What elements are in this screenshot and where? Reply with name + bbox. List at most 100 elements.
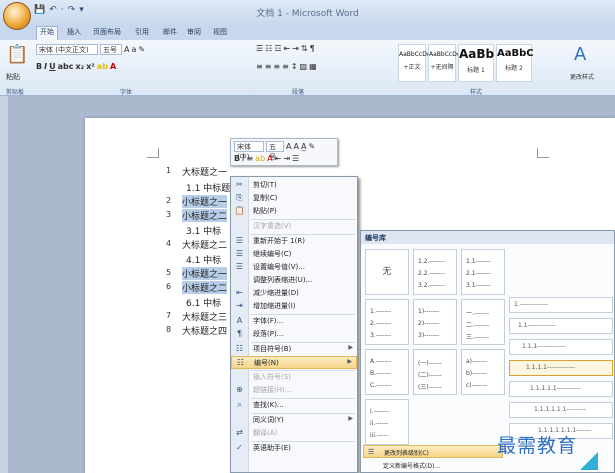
font-color-icon[interactable]: A bbox=[267, 154, 272, 163]
highlight-icon[interactable]: ab bbox=[97, 62, 108, 71]
paste-icon[interactable]: 📋 bbox=[6, 44, 28, 65]
context-menu-item[interactable]: ⊕ 超链接(H)... bbox=[231, 384, 357, 397]
highlight-icon[interactable]: ab bbox=[255, 154, 265, 163]
format-painter-icon[interactable]: ✎ bbox=[308, 142, 315, 151]
context-menu-item[interactable]: ⎘ 复制(C) bbox=[231, 192, 357, 205]
context-menu-item[interactable]: ⌕ 查找(K)... bbox=[231, 399, 357, 412]
numbering-format-option[interactable]: a)------- b)------- c)------- bbox=[461, 349, 505, 395]
context-menu-item[interactable]: 调整列表缩进(U)... bbox=[231, 274, 357, 287]
subscript-icon[interactable]: x₂ bbox=[75, 62, 84, 71]
decrease-indent-icon[interactable]: ⇤ bbox=[284, 44, 291, 53]
list-item[interactable]: 大标题之三 bbox=[182, 310, 227, 323]
customize-qat-icon[interactable]: ▾ bbox=[79, 5, 84, 15]
context-menu-item[interactable]: 📋 粘贴(P) bbox=[231, 205, 357, 218]
borders-icon[interactable]: ▦ bbox=[309, 62, 317, 71]
context-menu-item[interactable]: A 字体(F)... bbox=[231, 315, 357, 328]
font-size-box[interactable]: 五号 bbox=[100, 44, 122, 55]
context-menu-item[interactable]: ⇥ 增加缩进量(I) bbox=[231, 300, 357, 313]
list-item[interactable]: 小标题之二 bbox=[182, 209, 228, 222]
italic-icon[interactable]: I bbox=[242, 154, 244, 163]
define-number-format-item[interactable]: 定义新编号格式(D)... bbox=[363, 459, 503, 472]
strikethrough-icon[interactable]: abc bbox=[58, 62, 74, 71]
numbering-none-option[interactable]: 无 bbox=[365, 249, 409, 295]
context-menu-item[interactable]: ✓ 英语助手(E) bbox=[231, 442, 357, 455]
align-left-icon[interactable]: ≡ bbox=[256, 62, 263, 71]
increase-indent-icon[interactable]: ⇥ bbox=[283, 154, 290, 163]
list-item[interactable]: 大标题之二 bbox=[182, 238, 227, 251]
context-menu-item[interactable]: ☷ 编号(N) ▶ bbox=[231, 356, 357, 369]
numbering-format-option[interactable]: 1.1------- 2.1------- 3.1------- bbox=[461, 249, 505, 295]
context-menu-item[interactable]: 插入符号(S) bbox=[231, 371, 357, 384]
tab-insert[interactable]: 插入 bbox=[64, 27, 84, 37]
context-menu-item[interactable]: ⇄ 翻译(A) bbox=[231, 427, 357, 440]
context-menu-item[interactable]: ☰ 重新开始于 1(R) bbox=[231, 235, 357, 248]
paste-label[interactable]: 粘贴 bbox=[6, 72, 20, 82]
list-level-option[interactable]: 1.------------- bbox=[509, 297, 613, 313]
list-item[interactable]: 大标题之一 bbox=[182, 165, 227, 178]
context-menu-item[interactable]: ☷ 项目符号(B) ▶ bbox=[231, 343, 357, 356]
font-color-icon[interactable]: A bbox=[110, 62, 116, 71]
underline-icon[interactable]: U bbox=[49, 62, 56, 71]
tab-page-layout[interactable]: 页面布局 bbox=[90, 27, 124, 37]
font-name-box[interactable]: 宋体 (中文正文) bbox=[36, 44, 98, 55]
list-item[interactable]: 6.1 中标 bbox=[186, 296, 221, 309]
context-menu-item[interactable]: ¶ 段落(P)... bbox=[231, 328, 357, 341]
numbering-format-option[interactable]: 1.2.------- 2.2.------- 3.2.------- bbox=[413, 249, 457, 295]
mini-font-box[interactable]: 宋体 (中) bbox=[234, 141, 264, 161]
list-item[interactable]: 小标题之一 bbox=[182, 195, 228, 208]
context-menu-item[interactable]: 同义词(Y) ▶ bbox=[231, 414, 357, 427]
context-menu-item[interactable]: ⇤ 减少缩进量(D) bbox=[231, 287, 357, 300]
style-heading-1[interactable]: AaBb 标题 1 bbox=[458, 44, 494, 82]
redo-icon[interactable]: ↷ bbox=[68, 5, 76, 15]
bullets-icon[interactable]: ☰ bbox=[292, 154, 299, 163]
grow-font-icon[interactable]: A bbox=[286, 142, 291, 151]
undo-icon[interactable]: ↶ bbox=[49, 5, 57, 15]
numbering-format-option[interactable]: (一)------ (二)------ (三)------ bbox=[413, 349, 457, 395]
bullets-icon[interactable]: ☰ bbox=[256, 44, 263, 53]
superscript-icon[interactable]: x² bbox=[86, 62, 95, 71]
tab-references[interactable]: 引用 bbox=[132, 27, 152, 37]
bold-icon[interactable]: B bbox=[234, 154, 240, 163]
list-item[interactable]: 3.1 中标 bbox=[186, 224, 221, 237]
show-marks-icon[interactable]: ¶ bbox=[310, 44, 315, 53]
line-spacing-icon[interactable]: ↕ bbox=[291, 62, 298, 71]
list-item[interactable]: 小标题之一 bbox=[182, 267, 228, 280]
list-level-option[interactable]: 1.1.1.1.1----------- bbox=[509, 381, 613, 397]
list-level-option[interactable]: 1.1.1.1.1.1--------- bbox=[509, 402, 613, 418]
numbering-format-option[interactable]: A.------- B.------- C.------- bbox=[365, 349, 409, 395]
grow-font-icon[interactable]: A bbox=[124, 45, 129, 54]
align-center-icon[interactable]: ≡ bbox=[265, 62, 272, 71]
numbering-format-option[interactable]: i.------- ii.------ iii.----- bbox=[365, 399, 409, 445]
increase-indent-icon[interactable]: ⇥ bbox=[292, 44, 299, 53]
italic-icon[interactable]: I bbox=[44, 62, 47, 71]
sort-icon[interactable]: ⇅ bbox=[301, 44, 308, 53]
numbering-format-option[interactable]: 1.------- 2.------- 3.------- bbox=[365, 299, 409, 345]
change-list-level-item[interactable]: ☰ 更改列表级别(C) bbox=[363, 445, 503, 458]
tab-mailings[interactable]: 邮件 bbox=[160, 27, 180, 37]
mini-size-box[interactable]: 五号 bbox=[266, 141, 284, 161]
context-menu-item[interactable]: ☰ 设置编号值(V)... bbox=[231, 261, 357, 274]
list-level-option[interactable]: 1.1.1.1------------- bbox=[509, 360, 613, 376]
list-level-option[interactable]: 1.1------------- bbox=[509, 318, 613, 334]
list-item[interactable]: 1.1 中标题 bbox=[186, 181, 230, 194]
change-styles-icon[interactable]: A bbox=[574, 44, 586, 65]
list-item[interactable]: 大标题之四 bbox=[182, 324, 227, 337]
list-item[interactable]: 小标题之二 bbox=[182, 281, 228, 294]
context-menu-item[interactable]: 汉字重选(V) bbox=[231, 220, 357, 233]
list-level-option[interactable]: 1.1.1------------- bbox=[509, 339, 613, 355]
shrink-font-icon[interactable]: A bbox=[293, 142, 298, 151]
justify-icon[interactable]: ≡ bbox=[282, 62, 289, 71]
shrink-font-icon[interactable]: a bbox=[131, 45, 136, 54]
align-right-icon[interactable]: ≡ bbox=[273, 62, 280, 71]
multilevel-list-icon[interactable]: ☲ bbox=[274, 44, 281, 53]
decrease-indent-icon[interactable]: ⇤ bbox=[275, 154, 282, 163]
tab-review[interactable]: 审阅 bbox=[184, 27, 204, 37]
center-icon[interactable]: ≡ bbox=[246, 154, 253, 163]
list-item[interactable]: 4.1 中标 bbox=[186, 253, 221, 266]
style-no-spacing[interactable]: AaBbCcDd +无间隔 bbox=[428, 44, 461, 82]
context-menu-item[interactable]: ☰ 继续编号(C) bbox=[231, 248, 357, 261]
style-heading-2[interactable]: AaBbC 标题 2 bbox=[496, 44, 534, 82]
change-styles-label[interactable]: 更改样式 bbox=[570, 72, 594, 81]
numbering-format-option[interactable]: 一.------- 二.------- 三.------- bbox=[461, 299, 505, 345]
shading-icon[interactable]: ▧ bbox=[300, 62, 308, 71]
